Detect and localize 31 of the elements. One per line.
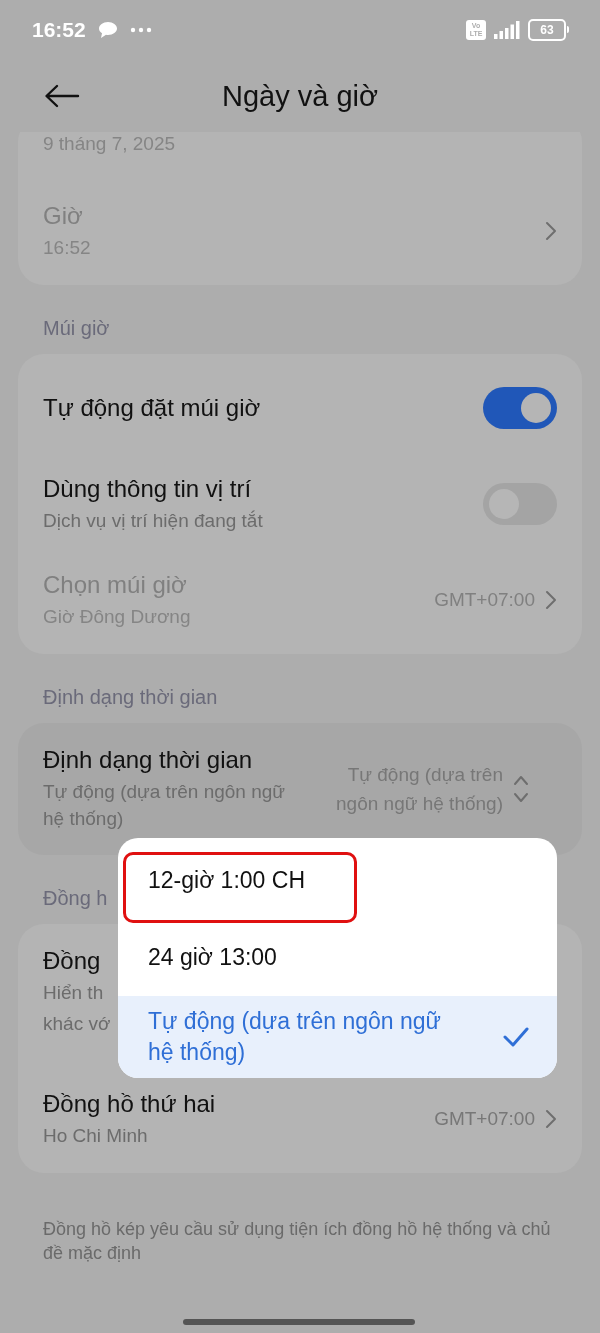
setting-description: Hiển th — [43, 981, 104, 1005]
setting-title: Dùng thông tin vị trí — [43, 474, 252, 503]
setting-description: Ho Chi Minh — [43, 1123, 148, 1148]
menu-option[interactable]: Tự động (dựa trên ngôn ngữ hệ thống) — [118, 996, 557, 1078]
setting-description: khác vớ — [43, 1012, 111, 1036]
chevron-right-icon — [545, 221, 557, 241]
setting-description: Dịch vụ vị trí hiện đang tắt — [43, 508, 263, 533]
more-icon — [129, 27, 152, 33]
back-arrow-icon — [44, 84, 80, 108]
checkmark-icon — [503, 1027, 529, 1047]
footer-note: Đồng hồ kép yêu cầu sử dụng tiện ích đồng hồ hệ thống và chủ đề mặc định — [42, 1218, 552, 1265]
chat-icon — [97, 21, 118, 39]
menu-option[interactable]: 12-giờ 1:00 CH — [118, 838, 557, 919]
setting-title: Đồng — [43, 947, 101, 975]
section-label: Định dạng thời gian — [42, 685, 219, 710]
clock-time: 16:52 — [32, 18, 86, 42]
setting-title: Đồng hồ thứ hai — [43, 1089, 216, 1118]
up-down-chevron-icon — [513, 774, 529, 804]
signal-icon — [494, 21, 520, 39]
battery-icon: 63 — [528, 19, 566, 41]
toggle-switch[interactable] — [483, 387, 557, 429]
setting-title: Tự động đặt múi giờ — [43, 394, 261, 422]
setting-value: GMT+07:00 — [434, 1108, 535, 1130]
section-label: Đồng h — [42, 886, 109, 911]
chevron-right-icon — [545, 1109, 557, 1129]
page-title: Ngày và giờ — [221, 79, 379, 113]
menu-option[interactable]: 24 giờ 13:00 — [118, 919, 557, 996]
setting-description: Tự động (dựa trên ngôn ngữ hệ thống) — [43, 780, 287, 831]
setting-title: Định dạng thời gian — [43, 746, 253, 774]
section-label: Múi giờ — [42, 316, 111, 341]
chevron-right-icon — [545, 590, 557, 610]
